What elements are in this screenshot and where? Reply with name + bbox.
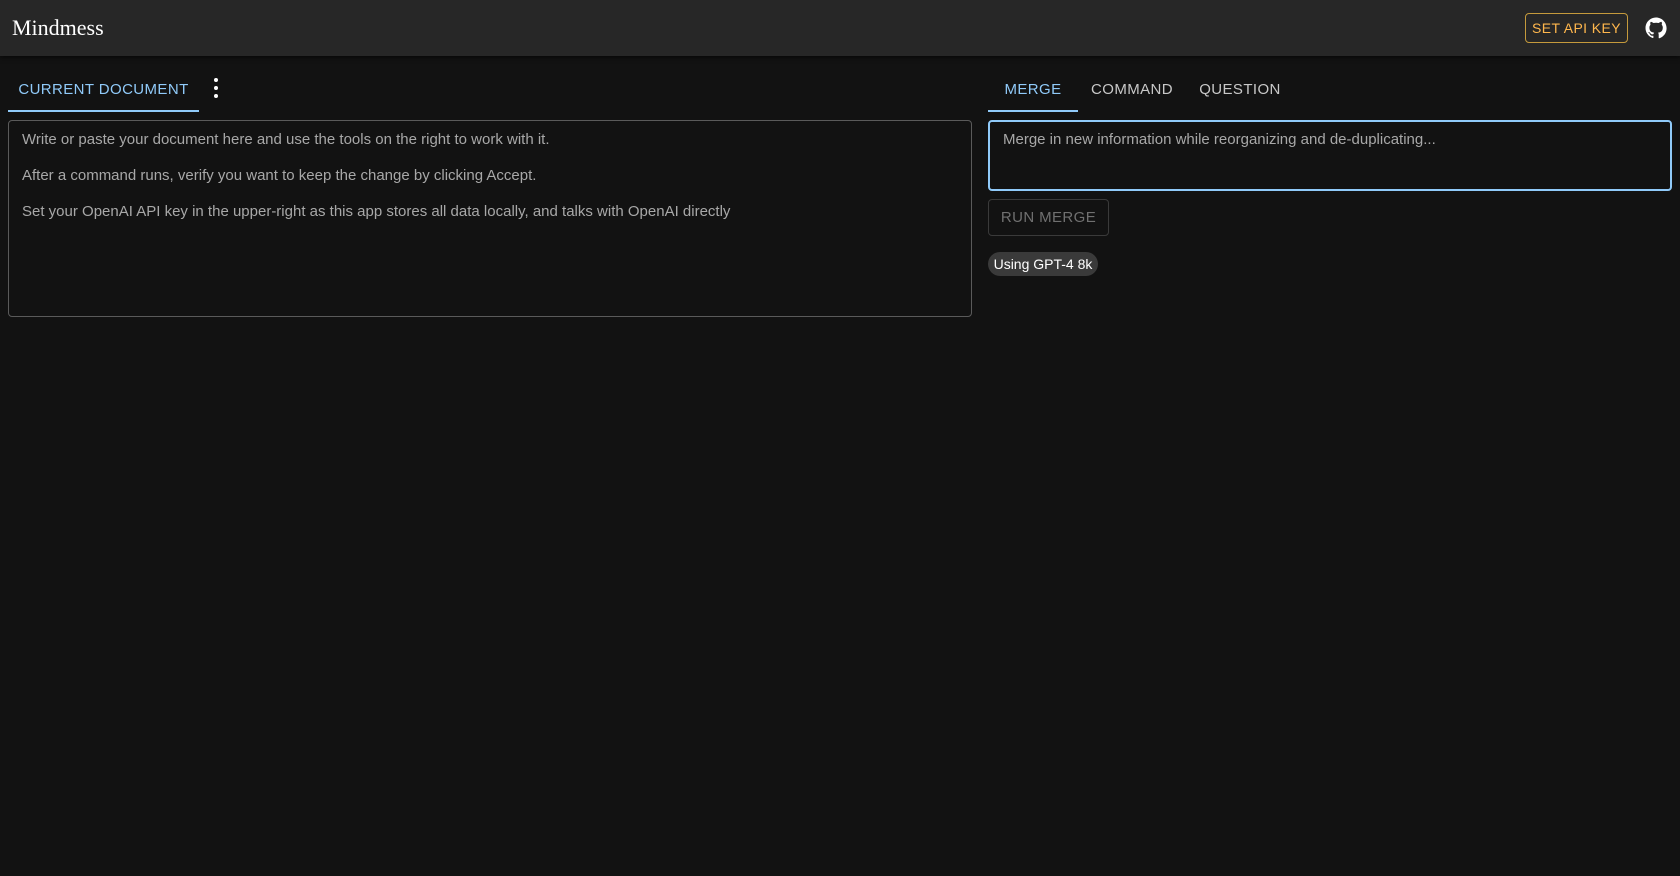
tab-question[interactable]: QUESTION	[1192, 66, 1288, 112]
model-chip: Using GPT-4 8k	[988, 252, 1098, 276]
github-icon[interactable]	[1644, 16, 1668, 40]
tab-merge[interactable]: MERGE	[988, 66, 1078, 112]
run-merge-button[interactable]: RUN MERGE	[988, 199, 1109, 236]
document-editor[interactable]: Write or paste your document here and us…	[8, 120, 972, 317]
tab-command[interactable]: COMMAND	[1084, 66, 1180, 112]
set-api-key-button[interactable]: SET API KEY	[1525, 13, 1628, 43]
tab-indicator-right	[988, 110, 1078, 112]
merge-input[interactable]: Merge in new information while reorganiz…	[988, 120, 1672, 191]
document-line: Set your OpenAI API key in the upper-rig…	[22, 203, 731, 220]
app-title: Mindmess	[12, 15, 104, 40]
tab-current-document[interactable]: CURRENT DOCUMENT	[8, 66, 199, 112]
document-line: Write or paste your document here and us…	[22, 131, 550, 148]
document-line: After a command runs, verify you want to…	[22, 167, 537, 184]
more-vert-icon[interactable]	[210, 78, 222, 98]
tab-indicator-left	[8, 110, 199, 112]
app-bar: Mindmess SET API KEY	[0, 0, 1680, 56]
